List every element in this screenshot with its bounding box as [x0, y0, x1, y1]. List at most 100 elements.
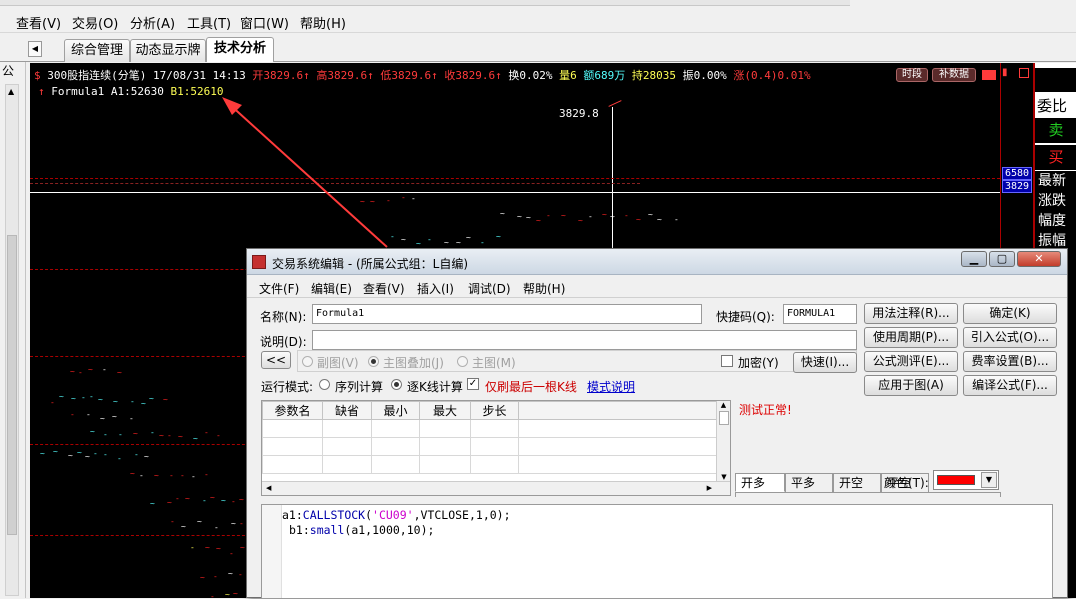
dialog-titlebar[interactable]: 交易系统编辑 - (所属公式组：L自编) ▁ ▢ ✕ — [247, 249, 1067, 275]
tab-open-long[interactable]: 开多 — [735, 473, 785, 492]
param-cell[interactable] — [470, 455, 519, 474]
color-picker[interactable]: ▼ — [933, 470, 999, 490]
overlay-main-radio[interactable] — [457, 356, 468, 367]
tick-mark: ~ — [112, 412, 117, 421]
encrypt-checkbox[interactable] — [721, 355, 733, 367]
time-period-button[interactable]: 时段 — [896, 68, 928, 82]
grid-line — [30, 356, 250, 357]
menu-window[interactable]: 窗口(W) — [240, 13, 289, 32]
param-cell[interactable] — [322, 455, 372, 474]
menu-trade[interactable]: 交易(O) — [72, 13, 118, 32]
import-formula-button[interactable]: 引入公式(O)... — [963, 327, 1057, 348]
param-cell[interactable] — [419, 419, 471, 438]
tick-mark: - — [89, 392, 94, 401]
tab-bar: ◀ 综合管理 动态显示牌 技术分析 — [0, 36, 1076, 62]
dlg-menu-file[interactable]: 文件(F) — [259, 280, 299, 297]
compile-formula-button[interactable]: 编译公式(F)... — [963, 375, 1057, 396]
param-cell[interactable] — [371, 437, 420, 456]
scrollbar-thumb[interactable] — [7, 235, 17, 535]
param-cell[interactable] — [322, 419, 372, 438]
code-editor[interactable]: a1:CALLSTOCK('CU09',VTCLOSE,1,0); b1:sma… — [261, 504, 1053, 599]
chevron-down-icon[interactable]: ▼ — [981, 472, 997, 488]
tab-open-short[interactable]: 开空 — [833, 473, 881, 492]
window-toggle-icon[interactable] — [1019, 68, 1029, 78]
grid-line — [30, 535, 250, 536]
dlg-menu-view[interactable]: 查看(V) — [363, 280, 405, 297]
usage-cycle-button[interactable]: 使用周期(P)... — [864, 327, 958, 348]
supplement-data-button[interactable]: 补数据 — [932, 68, 976, 82]
fee-settings-button[interactable]: 费率设置(B)... — [963, 351, 1057, 372]
tick-mark: ~ — [59, 392, 64, 401]
run-mode-bar-radio[interactable] — [391, 379, 402, 390]
tick-mark: - — [103, 450, 108, 459]
overlay-main-stack-radio[interactable] — [368, 356, 379, 367]
left-scrollbar[interactable]: ▲ — [5, 84, 19, 596]
param-cell[interactable] — [470, 419, 519, 438]
menu-view[interactable]: 查看(V) — [16, 13, 61, 32]
dlg-menu-debug[interactable]: 调试(D) — [468, 280, 511, 297]
menu-analysis[interactable]: 分析(A) — [130, 13, 175, 32]
param-cell[interactable] — [419, 437, 471, 456]
tab-dynamic-board[interactable]: 动态显示牌 — [130, 39, 206, 62]
param-cell[interactable] — [470, 437, 519, 456]
tick-mark: ~ — [181, 522, 186, 531]
tick-mark: ~ — [602, 210, 607, 219]
minimize-icon[interactable]: ▁ — [961, 251, 987, 267]
overlay-sub-label: 副图(V) — [317, 356, 359, 370]
params-hscroll[interactable]: ◀ ▶ — [262, 481, 730, 495]
maximize-icon[interactable]: ▢ — [989, 251, 1015, 267]
shortcut-input[interactable]: FORMULA1 — [783, 304, 857, 324]
param-cell[interactable] — [419, 455, 471, 474]
param-cell[interactable] — [371, 419, 420, 438]
apply-to-chart-button[interactable]: 应用于图(A) — [864, 375, 958, 396]
buy-button[interactable]: 买 — [1035, 145, 1076, 170]
sell-button[interactable]: 卖 — [1035, 118, 1076, 143]
dlg-menu-help[interactable]: 帮助(H) — [523, 280, 565, 297]
param-cell[interactable] — [262, 419, 323, 438]
tab-overview[interactable]: 综合管理 — [64, 39, 130, 62]
toolbox-icon[interactable] — [982, 70, 996, 80]
tick-mark: ~ — [163, 395, 168, 404]
fast-button[interactable]: 快速(I)... — [793, 352, 857, 373]
close-icon[interactable]: ✕ — [1017, 251, 1061, 267]
usage-notes-button[interactable]: 用法注释(R)... — [864, 303, 958, 324]
refresh-last-checkbox[interactable]: ✓ — [467, 378, 479, 390]
tick-mark: - — [390, 232, 395, 241]
scroll-up-icon[interactable]: ▲ — [8, 87, 14, 96]
tick-mark: - — [180, 471, 185, 480]
description-input[interactable] — [312, 330, 857, 350]
tab-scroll-left-icon[interactable]: ◀ — [28, 41, 42, 57]
overlay-main-stack-label: 主图叠加(J) — [383, 356, 444, 370]
collapse-button[interactable]: << — [261, 351, 291, 369]
tick-mark: - — [480, 238, 485, 247]
tick-mark: - — [167, 431, 172, 440]
tick-mark: - — [78, 368, 83, 377]
param-cell[interactable] — [262, 455, 323, 474]
tick-mark: ~ — [40, 449, 45, 458]
confirm-button[interactable]: 确定(K) — [963, 303, 1057, 324]
tab-technical-analysis[interactable]: 技术分析 — [206, 37, 274, 62]
overlay-sub-radio[interactable] — [302, 356, 313, 367]
dlg-menu-edit[interactable]: 编辑(E) — [311, 280, 352, 297]
tab-close-long[interactable]: 平多 — [785, 473, 833, 492]
param-header-default: 缺省 — [322, 401, 372, 420]
chart-option-icon[interactable]: ▮ — [1002, 67, 1008, 78]
tick-mark: ~ — [68, 451, 73, 460]
tick-mark: ~ — [444, 238, 449, 247]
mode-help-link[interactable]: 模式说明 — [587, 378, 635, 395]
run-mode-sequence-radio[interactable] — [319, 379, 330, 390]
dlg-menu-insert[interactable]: 插入(I) — [417, 280, 454, 297]
param-cell[interactable] — [371, 455, 420, 474]
tick-mark: ~ — [167, 498, 172, 507]
tick-mark: - — [214, 523, 219, 532]
params-vscroll[interactable]: ▲ ▼ — [716, 401, 730, 481]
tick-mark: ~ — [88, 365, 93, 374]
param-cell[interactable] — [262, 437, 323, 456]
menu-tools[interactable]: 工具(T) — [187, 13, 231, 32]
menu-help[interactable]: 帮助(H) — [300, 13, 346, 32]
order-header — [1035, 68, 1076, 92]
params-vscroll-thumb[interactable] — [718, 411, 729, 425]
formula-test-button[interactable]: 公式测评(E)... — [864, 351, 958, 372]
param-cell[interactable] — [322, 437, 372, 456]
name-input[interactable]: Formula1 — [312, 304, 702, 324]
